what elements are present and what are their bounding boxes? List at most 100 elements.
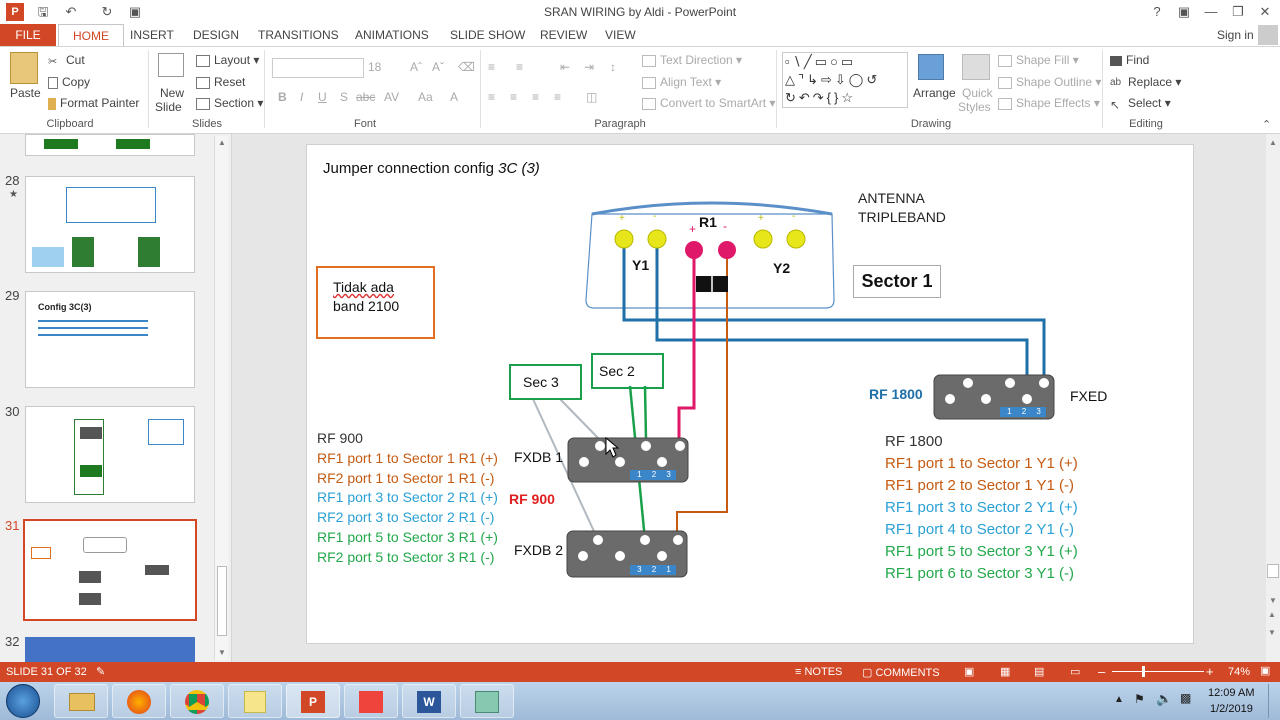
quick-styles-icon[interactable] bbox=[962, 54, 990, 80]
taskbar-firefox[interactable] bbox=[112, 684, 166, 718]
change-case-button[interactable]: Aa bbox=[418, 90, 433, 104]
shape-fill-button[interactable]: Shape Fill ▾ bbox=[998, 53, 1079, 67]
rf900-legend[interactable]: RF 900 RF1 port 1 to Sector 1 R1 (+) RF2… bbox=[317, 429, 498, 568]
scroll-up-icon[interactable]: ▲ bbox=[1269, 138, 1277, 147]
select-button[interactable]: ↖ Select ▾ bbox=[1110, 96, 1171, 112]
tab-animations[interactable]: ANIMATIONS bbox=[355, 24, 429, 46]
new-slide-icon[interactable] bbox=[158, 53, 184, 77]
scroll-down-icon[interactable]: ▼ bbox=[1269, 596, 1277, 605]
strikethrough-button[interactable]: abc bbox=[356, 90, 375, 104]
zoom-level[interactable]: 74% bbox=[1228, 666, 1250, 678]
shape-effects-button[interactable]: Shape Effects ▾ bbox=[998, 96, 1100, 110]
shape-outline-button[interactable]: Shape Outline ▾ bbox=[998, 75, 1101, 89]
spelling-icon[interactable]: ✎ bbox=[96, 665, 105, 678]
slide-counter[interactable]: SLIDE 31 OF 32 bbox=[6, 666, 87, 678]
sign-in-link[interactable]: Sign in bbox=[1217, 24, 1254, 46]
fxdb2-label[interactable]: FXDB 2 bbox=[514, 542, 563, 558]
taskbar-chrome[interactable] bbox=[170, 684, 224, 718]
zoom-slider[interactable] bbox=[1112, 671, 1204, 672]
normal-view-icon[interactable]: ▣ bbox=[964, 665, 974, 678]
slide-thumbnail-30[interactable] bbox=[25, 406, 195, 503]
convert-smartart-button[interactable]: Convert to SmartArt ▾ bbox=[642, 96, 775, 110]
taskbar-explorer[interactable] bbox=[54, 684, 108, 718]
help-icon[interactable]: ? bbox=[1146, 3, 1168, 21]
scroll-down-icon[interactable]: ▼ bbox=[218, 648, 226, 657]
zoom-slider-thumb[interactable] bbox=[1142, 666, 1145, 677]
sec2-box[interactable]: Sec 2 bbox=[591, 353, 664, 389]
taskbar-app[interactable] bbox=[460, 684, 514, 718]
underline-button[interactable]: U bbox=[318, 90, 327, 104]
tab-slide-show[interactable]: SLIDE SHOW bbox=[450, 24, 525, 46]
align-left-icon[interactable]: ≡ bbox=[488, 90, 495, 104]
font-size-dropdown[interactable]: 18 bbox=[368, 60, 404, 80]
fxdb1-label[interactable]: FXDB 1 bbox=[514, 449, 563, 465]
clear-formatting-icon[interactable]: ⌫ bbox=[458, 60, 475, 74]
section-button[interactable]: Section ▾ bbox=[196, 96, 263, 110]
previous-slide-icon[interactable]: ▲ bbox=[1268, 610, 1276, 619]
rf900-diagram-label[interactable]: RF 900 bbox=[509, 491, 555, 507]
tray-expand-icon[interactable]: ▲ bbox=[1114, 694, 1124, 705]
arrange-button[interactable]: Arrange bbox=[913, 86, 956, 100]
char-spacing-button[interactable]: AV bbox=[384, 90, 399, 104]
new-slide-button[interactable]: New bbox=[160, 86, 184, 100]
taskbar-anydesk[interactable] bbox=[344, 684, 398, 718]
center-icon[interactable]: ≡ bbox=[510, 90, 517, 104]
rf1800-legend[interactable]: RF 1800 RF1 port 1 to Sector 1 Y1 (+) RF… bbox=[885, 431, 1078, 585]
tab-file[interactable]: FILE bbox=[0, 24, 56, 46]
justify-icon[interactable]: ≡ bbox=[554, 90, 561, 104]
find-button[interactable]: Find bbox=[1110, 53, 1149, 67]
taskbar-word[interactable]: W bbox=[402, 684, 456, 718]
slideshow-view-icon[interactable]: ▭ bbox=[1070, 665, 1080, 678]
text-direction-button[interactable]: Text Direction ▾ bbox=[642, 53, 742, 67]
y2-label[interactable]: Y2 bbox=[773, 260, 790, 276]
paste-icon[interactable] bbox=[10, 52, 38, 84]
bullets-icon[interactable]: ≡ bbox=[488, 60, 495, 74]
font-name-dropdown[interactable] bbox=[272, 58, 364, 78]
quick-styles-button[interactable]: Quick bbox=[962, 86, 993, 100]
clock-date[interactable]: 1/2/2019 bbox=[1210, 703, 1253, 715]
tab-review[interactable]: REVIEW bbox=[540, 24, 587, 46]
slide-thumbnail-28[interactable] bbox=[25, 176, 195, 273]
next-slide-icon[interactable]: ▼ bbox=[1268, 628, 1276, 637]
rf1800-diagram-label[interactable]: RF 1800 bbox=[869, 386, 923, 402]
italic-button[interactable]: I bbox=[300, 90, 303, 104]
scroll-thumb[interactable] bbox=[1267, 564, 1279, 578]
ribbon-display-icon[interactable]: ▣ bbox=[1173, 3, 1195, 21]
font-color-button[interactable]: A bbox=[450, 90, 458, 104]
tab-design[interactable]: DESIGN bbox=[193, 24, 239, 46]
grow-font-icon[interactable]: Aˆ bbox=[410, 60, 422, 74]
show-desktop-button[interactable] bbox=[1268, 684, 1280, 718]
arrange-icon[interactable] bbox=[918, 54, 944, 80]
user-avatar-icon[interactable] bbox=[1258, 25, 1278, 45]
line-spacing-icon[interactable]: ↕ bbox=[610, 60, 616, 74]
slide-title[interactable]: Jumper connection config 3C (3) bbox=[323, 160, 540, 177]
slide-thumbnail-27-partial[interactable] bbox=[25, 134, 195, 156]
canvas-scrollbar[interactable]: ▲ ▼ ▲ ▼ bbox=[1266, 134, 1280, 662]
network-icon[interactable]: ▩ bbox=[1180, 691, 1191, 705]
shapes-gallery[interactable]: ▫∖╱▭○▭ △⌝↳⇨⇩◯↺ ↻↶↷{}☆ bbox=[782, 52, 908, 108]
action-center-icon[interactable]: ⚑ bbox=[1134, 692, 1145, 706]
comments-button[interactable]: ▢ COMMENTS bbox=[862, 666, 940, 679]
replace-button[interactable]: ab Replace ▾ bbox=[1110, 75, 1181, 89]
shrink-font-icon[interactable]: Aˇ bbox=[432, 60, 444, 74]
antenna-label-2[interactable]: TRIPLEBAND bbox=[858, 209, 946, 225]
increase-indent-icon[interactable]: ⇥ bbox=[584, 60, 594, 74]
numbering-icon[interactable]: ≡ bbox=[516, 60, 523, 74]
tab-view[interactable]: VIEW bbox=[605, 24, 636, 46]
quick-styles-button-line2[interactable]: Styles bbox=[958, 100, 991, 114]
tab-insert[interactable]: INSERT bbox=[130, 24, 174, 46]
thumbnail-scrollbar[interactable]: ▲ ▼ bbox=[214, 136, 228, 660]
antenna-label-1[interactable]: ANTENNA bbox=[858, 190, 925, 206]
clock-time[interactable]: 12:09 AM bbox=[1208, 687, 1254, 699]
sec3-box[interactable]: Sec 3 bbox=[509, 364, 582, 400]
align-text-button[interactable]: Align Text ▾ bbox=[642, 75, 721, 89]
align-right-icon[interactable]: ≡ bbox=[532, 90, 539, 104]
tab-home[interactable]: HOME bbox=[58, 24, 124, 46]
layout-button[interactable]: Layout ▾ bbox=[196, 53, 259, 67]
format-painter-button[interactable]: Format Painter bbox=[48, 96, 139, 110]
scroll-thumb[interactable] bbox=[217, 566, 227, 636]
tab-transitions[interactable]: TRANSITIONS bbox=[258, 24, 339, 46]
zoom-out-button[interactable]: – bbox=[1098, 664, 1105, 679]
collapse-ribbon-icon[interactable]: ⌃ bbox=[1262, 118, 1271, 131]
zoom-in-button[interactable]: + bbox=[1206, 664, 1214, 679]
